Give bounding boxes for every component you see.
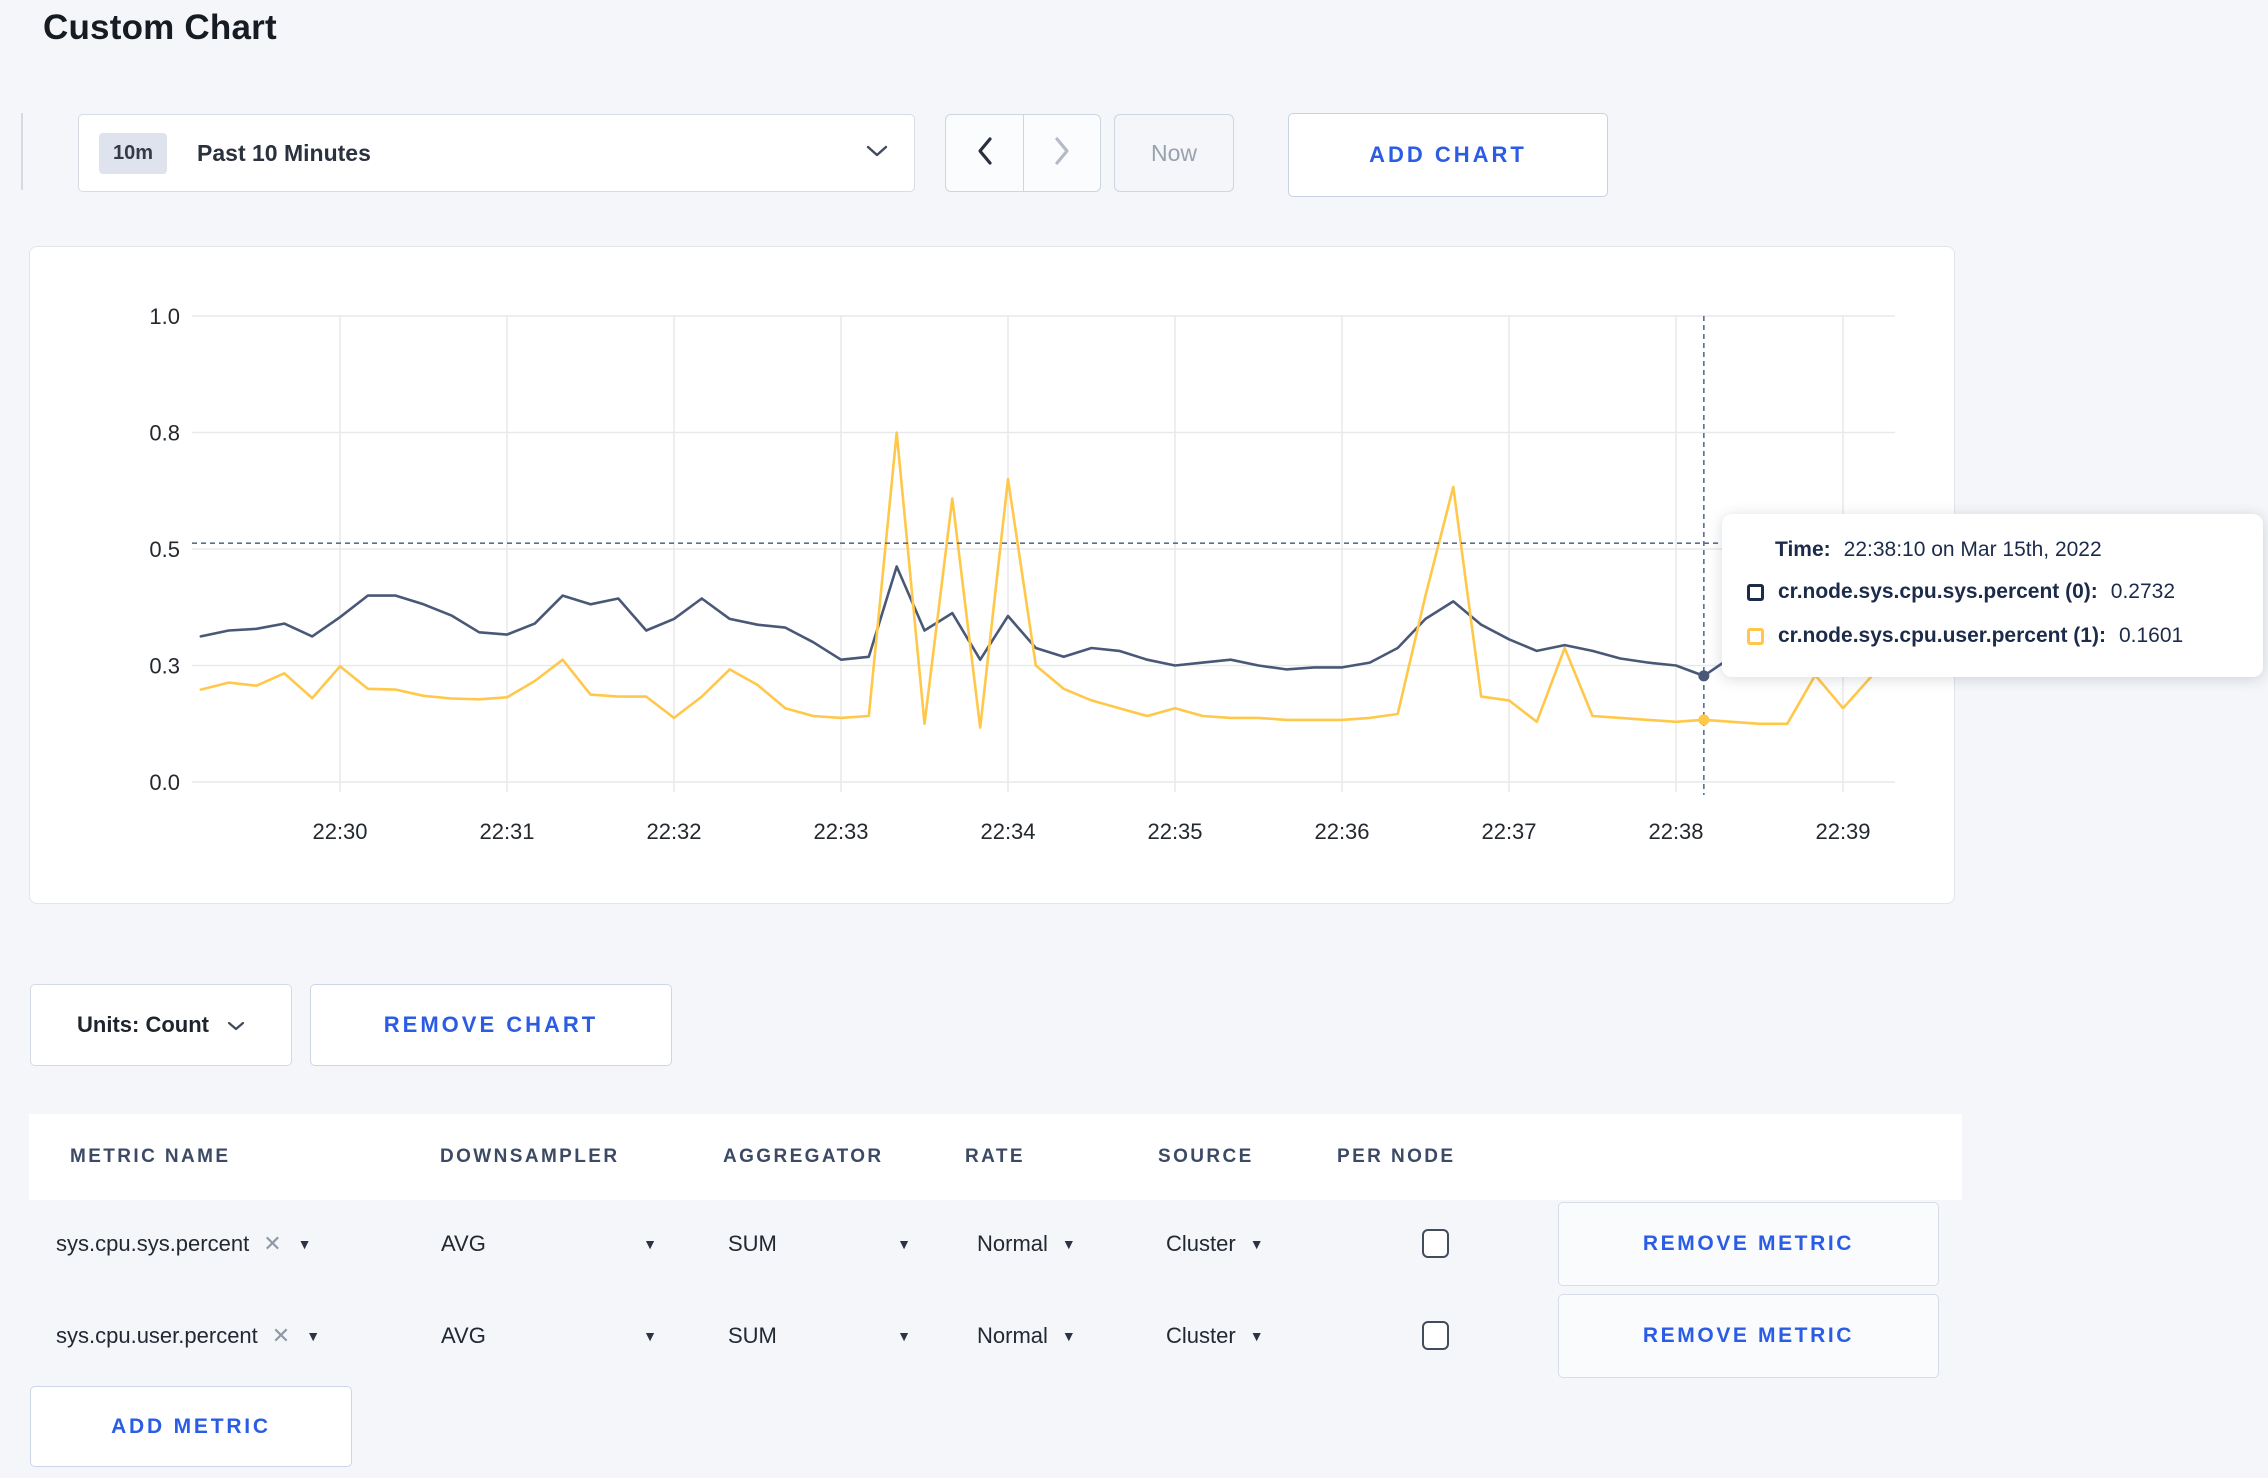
series-line (199, 431, 1873, 729)
metric-row: sys.cpu.sys.percent ✕ ▼ AVG ▼ SUM ▼ Norm… (0, 1202, 2268, 1286)
y-tick-label: 0.0 (149, 770, 180, 795)
downsampler-select[interactable]: AVG ▼ (441, 1294, 657, 1378)
chart-card: 0.0 0.3 0.5 0.8 1.0 22:30 22:31 22:32 22:33 22:34… (29, 246, 1955, 904)
caret-down-icon: ▼ (1061, 1236, 1076, 1252)
source-select[interactable]: Cluster ▼ (1166, 1202, 1264, 1286)
series-sys-swatch-icon (1747, 583, 1764, 601)
units-dropdown[interactable]: Units: Count (30, 984, 292, 1066)
per-node-checkbox[interactable] (1422, 1229, 1449, 1258)
add-metric-button[interactable]: ADD METRIC (30, 1386, 352, 1467)
caret-down-icon: ▼ (897, 1236, 911, 1252)
now-button[interactable]: Now (1114, 114, 1234, 192)
metrics-table-header-cells: METRIC NAME DOWNSAMPLER AGGREGATOR RATE … (0, 1114, 2268, 1200)
y-tick-label: 0.8 (149, 421, 180, 446)
remove-metric-button[interactable]: REMOVE METRIC (1558, 1202, 1939, 1286)
caret-down-icon: ▼ (297, 1236, 312, 1252)
x-tick-label: 22:31 (479, 819, 534, 844)
y-tick-label: 0.5 (149, 537, 180, 562)
x-tick-label: 22:34 (980, 819, 1035, 844)
hover-dot (1698, 670, 1710, 682)
tooltip-series-name: cr.node.sys.cpu.sys.percent (0): (1778, 580, 2098, 603)
chart-svg[interactable]: 0.0 0.3 0.5 0.8 1.0 22:30 22:31 22:32 22:33 22:34… (30, 247, 1956, 905)
rate-select[interactable]: Normal ▼ (977, 1294, 1076, 1378)
caret-down-icon: ▼ (1061, 1328, 1076, 1344)
page-title: Custom Chart (43, 8, 277, 47)
chevron-left-icon (974, 136, 996, 171)
downsampler-value: AVG (441, 1323, 486, 1348)
chevron-down-icon (866, 144, 888, 163)
tooltip-series-value: 0.1601 (2118, 624, 2184, 647)
tooltip-series-row: cr.node.sys.cpu.user.percent (1): 0.1601 (1747, 614, 2239, 658)
y-tick-label: 1.0 (149, 304, 180, 329)
metric-name-value: sys.cpu.user.percent (56, 1323, 258, 1348)
x-tick-label: 22:32 (646, 819, 701, 844)
time-range-badge: 10m (99, 132, 168, 174)
time-range-label: Past 10 Minutes (197, 139, 371, 166)
rate-select[interactable]: Normal ▼ (977, 1202, 1076, 1286)
caret-down-icon: ▼ (643, 1328, 657, 1344)
time-range-dropdown[interactable]: 10m Past 10 Minutes (78, 114, 915, 192)
per-node-checkbox[interactable] (1422, 1321, 1449, 1350)
metric-row: sys.cpu.user.percent ✕ ▼ AVG ▼ SUM ▼ Nor… (0, 1294, 2268, 1378)
chart-hover-tooltip: Time: 22:38:10 on Mar 15th, 2022 cr.node… (1722, 514, 2263, 677)
metric-name-select[interactable]: sys.cpu.sys.percent ✕ ▼ (56, 1202, 311, 1286)
tooltip-time-row: Time: 22:38:10 on Mar 15th, 2022 (1775, 530, 2239, 570)
caret-down-icon: ▼ (643, 1236, 657, 1252)
tooltip-time-value: 22:38:10 on Mar 15th, 2022 (1843, 538, 2102, 561)
downsampler-select[interactable]: AVG ▼ (441, 1202, 657, 1286)
tooltip-series-row: cr.node.sys.cpu.sys.percent (0): 0.2732 (1747, 570, 2239, 614)
next-time-button[interactable] (1023, 115, 1100, 191)
x-tick-label: 22:39 (1815, 819, 1870, 844)
x-tick-label: 22:30 (312, 819, 367, 844)
tooltip-series-value: 0.2732 (2110, 580, 2176, 603)
header-rate: RATE (965, 1146, 1025, 1167)
time-window-nav (945, 114, 1101, 192)
tooltip-time-label: Time: (1775, 538, 1831, 561)
header-downsampler: DOWNSAMPLER (440, 1146, 620, 1167)
chevron-right-icon (1051, 136, 1073, 171)
toolbar-divider (21, 113, 23, 190)
caret-down-icon: ▼ (1249, 1236, 1264, 1252)
rate-value: Normal (977, 1231, 1048, 1256)
source-select[interactable]: Cluster ▼ (1166, 1294, 1264, 1378)
y-tick-label: 0.3 (149, 654, 180, 679)
x-tick-label: 22:38 (1648, 819, 1703, 844)
aggregator-value: SUM (728, 1231, 777, 1256)
aggregator-select[interactable]: SUM ▼ (728, 1202, 911, 1286)
caret-down-icon: ▼ (897, 1328, 911, 1344)
series-user-swatch-icon (1747, 627, 1764, 645)
rate-value: Normal (977, 1323, 1048, 1348)
aggregator-value: SUM (728, 1323, 777, 1348)
caret-down-icon: ▼ (1249, 1328, 1264, 1344)
caret-down-icon: ▼ (306, 1328, 321, 1344)
x-tick-label: 22:35 (1147, 819, 1202, 844)
header-metric-name: METRIC NAME (70, 1146, 231, 1167)
remove-chart-button[interactable]: REMOVE CHART (310, 984, 672, 1066)
aggregator-select[interactable]: SUM ▼ (728, 1294, 911, 1378)
header-per-node: PER NODE (1337, 1146, 1456, 1167)
x-tick-label: 22:36 (1314, 819, 1369, 844)
source-value: Cluster (1166, 1323, 1236, 1348)
units-label: Units: Count (77, 1012, 209, 1037)
source-value: Cluster (1166, 1231, 1236, 1256)
prev-time-button[interactable] (946, 115, 1023, 191)
metric-name-select[interactable]: sys.cpu.user.percent ✕ ▼ (56, 1294, 320, 1378)
header-aggregator: AGGREGATOR (723, 1146, 884, 1167)
tooltip-series-name: cr.node.sys.cpu.user.percent (1): (1778, 624, 2106, 647)
x-tick-label: 22:37 (1481, 819, 1536, 844)
downsampler-value: AVG (441, 1231, 486, 1256)
chevron-down-icon (227, 1012, 245, 1038)
clear-metric-icon[interactable]: ✕ (263, 1231, 281, 1257)
x-tick-label: 22:33 (813, 819, 868, 844)
header-source: SOURCE (1158, 1146, 1254, 1167)
clear-metric-icon[interactable]: ✕ (272, 1323, 290, 1349)
metric-name-value: sys.cpu.sys.percent (56, 1231, 250, 1256)
add-chart-button[interactable]: ADD CHART (1288, 113, 1608, 197)
hover-dot (1698, 714, 1710, 726)
remove-metric-button[interactable]: REMOVE METRIC (1558, 1294, 1939, 1378)
